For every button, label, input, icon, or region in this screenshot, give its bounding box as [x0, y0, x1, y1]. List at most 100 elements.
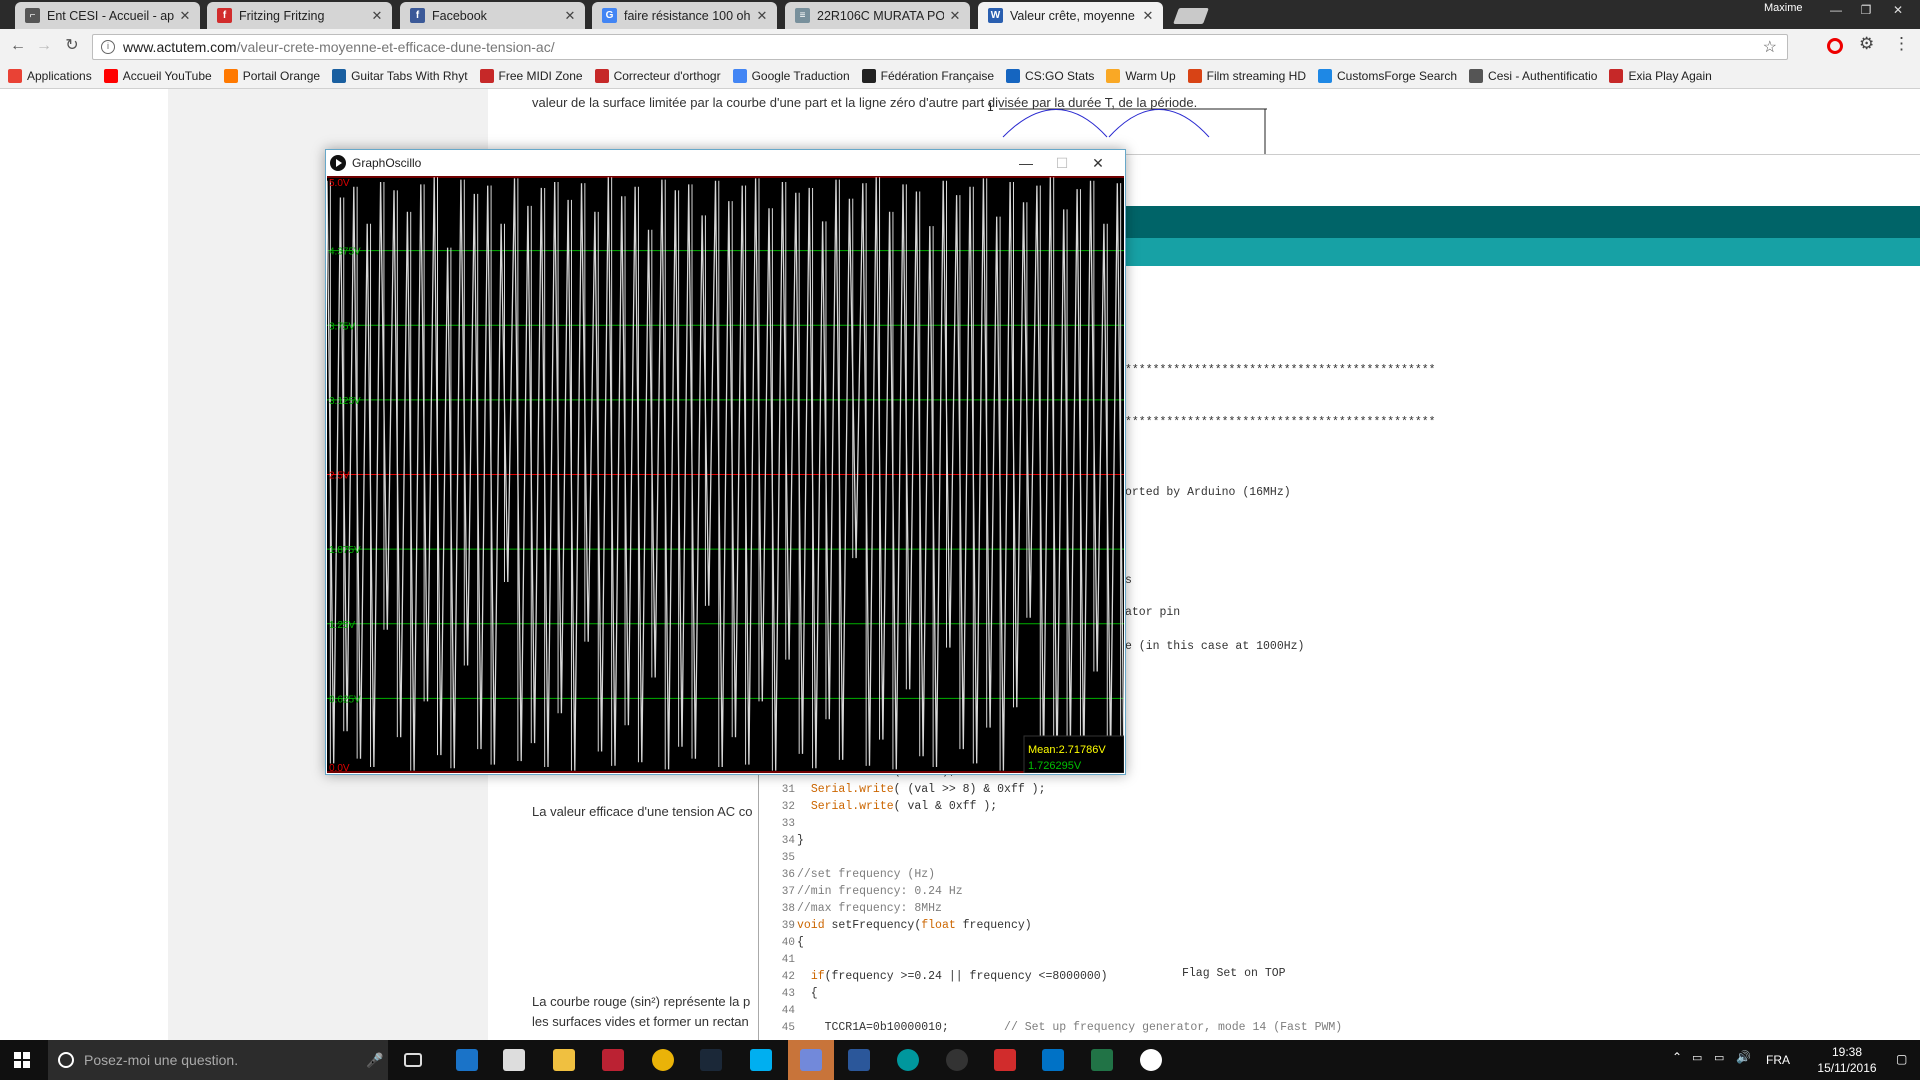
bookmark-item[interactable]: Accueil YouTube: [103, 69, 212, 83]
bookmark-label: Guitar Tabs With Rhyt: [351, 69, 468, 83]
bookmark-item[interactable]: Google Traduction: [732, 69, 850, 83]
tray-chevron-icon[interactable]: ⌃: [1672, 1050, 1682, 1064]
settings-gear-icon[interactable]: ⚙: [1859, 34, 1874, 54]
tab-close-icon[interactable]: ✕: [755, 8, 769, 24]
back-arrow-icon[interactable]: ←: [8, 36, 28, 56]
bookmark-label: Warm Up: [1125, 69, 1176, 83]
fritzing-icon[interactable]: [994, 1049, 1016, 1071]
forward-arrow-icon[interactable]: →: [34, 36, 54, 56]
word-icon[interactable]: [848, 1049, 870, 1071]
bookmark-icon: [223, 69, 238, 83]
info-icon[interactable]: i: [101, 40, 115, 54]
graphoscillo-taskbar-icon[interactable]: [1140, 1049, 1162, 1071]
bookmark-item[interactable]: Guitar Tabs With Rhyt: [332, 69, 468, 83]
file-explorer-icon[interactable]: [553, 1049, 575, 1071]
bookmark-item[interactable]: Film streaming HD: [1187, 69, 1306, 83]
graphoscillo-titlebar[interactable]: GraphOscillo — ☐ ✕: [326, 150, 1125, 176]
tab-close-icon[interactable]: ✕: [948, 8, 962, 24]
bookmark-item[interactable]: Cesi - Authentificatio: [1469, 69, 1597, 83]
tab-title: Ent CESI - Accueil - appr: [47, 8, 174, 23]
volume-icon[interactable]: 🔊: [1736, 1050, 1751, 1064]
bookmark-icon: [8, 69, 22, 83]
y-tick-label: 3.75V: [329, 321, 355, 332]
display-icon[interactable]: ▭: [1714, 1051, 1724, 1064]
bookmark-item[interactable]: CustomsForge Search: [1318, 69, 1457, 83]
tab-close-icon[interactable]: ✕: [563, 8, 577, 24]
microphone-icon[interactable]: 🎤: [366, 1052, 383, 1069]
tab-favicon-icon: W: [988, 8, 1003, 23]
address-bar[interactable]: i www.actutem.com/valeur-crete-moyenne-e…: [92, 34, 1788, 60]
reload-icon[interactable]: ↻: [62, 36, 82, 56]
app-icon[interactable]: [946, 1049, 968, 1071]
excel-icon[interactable]: [1091, 1049, 1113, 1071]
tab-favicon-icon: f: [217, 8, 232, 23]
line-number: 32: [781, 801, 795, 813]
line-number: 40: [781, 937, 795, 949]
cortana-search-box[interactable]: Posez-moi une question. 🎤: [48, 1040, 388, 1080]
close-icon[interactable]: ✕: [1080, 150, 1116, 176]
browser-tab[interactable]: f Fritzing Fritzing ✕: [207, 2, 392, 29]
line-number: 42: [781, 971, 795, 983]
bookmark-label: Applications: [27, 69, 92, 83]
bookmark-label: Correcteur d'orthogr: [613, 69, 721, 83]
bookmark-item[interactable]: Portail Orange: [223, 69, 320, 83]
line-number: 35: [781, 852, 795, 864]
close-window-icon[interactable]: ✕: [1884, 1, 1912, 19]
discord-icon[interactable]: [800, 1049, 822, 1071]
minimize-icon[interactable]: —: [1008, 150, 1044, 176]
new-tab-button[interactable]: [1173, 8, 1209, 24]
bookmark-item[interactable]: Exia Play Again: [1609, 69, 1712, 83]
steam-icon[interactable]: [700, 1049, 722, 1071]
network-icon[interactable]: ▭: [1692, 1051, 1702, 1064]
browser-tab[interactable]: ≡ 22R106C MURATA POWE ✕: [785, 2, 970, 29]
arduino-icon[interactable]: [897, 1049, 919, 1071]
tab-close-icon[interactable]: ✕: [1141, 8, 1155, 24]
skype-icon[interactable]: [750, 1049, 772, 1071]
maximize-icon[interactable]: ☐: [1044, 150, 1080, 176]
maximize-icon[interactable]: ❐: [1852, 1, 1880, 19]
notifications-icon[interactable]: ▢: [1896, 1052, 1907, 1066]
bookmark-item[interactable]: Applications: [8, 69, 92, 83]
opera-extension-icon[interactable]: [1827, 38, 1843, 54]
browser-tab[interactable]: Gfaire résistance 100 ohm ✕: [592, 2, 777, 29]
browser-tab[interactable]: ⌐ Ent CESI - Accueil - appr ✕: [15, 2, 200, 29]
task-view-icon[interactable]: [404, 1053, 422, 1067]
bookmark-item[interactable]: Free MIDI Zone: [479, 69, 583, 83]
bookmark-icon: [594, 69, 609, 83]
tab-close-icon[interactable]: ✕: [178, 8, 192, 24]
y-tick-label: 0.0V: [329, 763, 350, 773]
browser-tab[interactable]: W Valeur crête, moyenne et ✕: [978, 2, 1163, 29]
edge-icon[interactable]: [456, 1049, 478, 1071]
windows-start-icon[interactable]: [14, 1052, 30, 1068]
browser-tab[interactable]: f Facebook ✕: [400, 2, 585, 29]
store-icon[interactable]: [503, 1049, 525, 1071]
profile-name[interactable]: Maxime: [1764, 2, 1803, 14]
bookmark-item[interactable]: Warm Up: [1106, 69, 1176, 83]
clock-date[interactable]: 15/11/2016: [1802, 1061, 1892, 1075]
tab-title: 22R106C MURATA POWE: [817, 8, 944, 23]
menu-icon[interactable]: ⋮: [1893, 34, 1910, 54]
bookmark-icon: [1318, 69, 1332, 83]
app-icon[interactable]: [602, 1049, 624, 1071]
bookmark-item[interactable]: Fédération Française: [861, 69, 994, 83]
tab-title: faire résistance 100 ohm: [624, 8, 751, 23]
bookmark-icon: [103, 69, 118, 83]
chrome-icon[interactable]: [652, 1049, 674, 1071]
line-number: 34: [781, 835, 795, 847]
browser-toolbar: ← → ↻ i www.actutem.com/valeur-crete-moy…: [0, 29, 1920, 64]
tab-title: Facebook: [432, 8, 487, 23]
line-number: 45: [781, 1022, 795, 1034]
clock-time[interactable]: 19:38: [1816, 1045, 1878, 1059]
tab-close-icon[interactable]: ✕: [370, 8, 384, 24]
bookmark-item[interactable]: Correcteur d'orthogr: [594, 69, 721, 83]
bookmark-star-icon[interactable]: ☆: [1763, 37, 1777, 57]
bookmark-item[interactable]: CS:GO Stats: [1006, 69, 1094, 83]
search-placeholder: Posez-moi une question.: [84, 1052, 239, 1068]
bookmark-label: Film streaming HD: [1206, 69, 1306, 83]
tab-title: Valeur crête, moyenne et: [1010, 8, 1137, 23]
outlook-icon[interactable]: [1042, 1049, 1064, 1071]
language-indicator[interactable]: FRA: [1766, 1053, 1790, 1067]
minimize-icon[interactable]: —: [1822, 1, 1850, 19]
bookmark-icon: [732, 69, 747, 83]
article-paragraph: La valeur efficace d'une tension AC co: [532, 804, 753, 819]
